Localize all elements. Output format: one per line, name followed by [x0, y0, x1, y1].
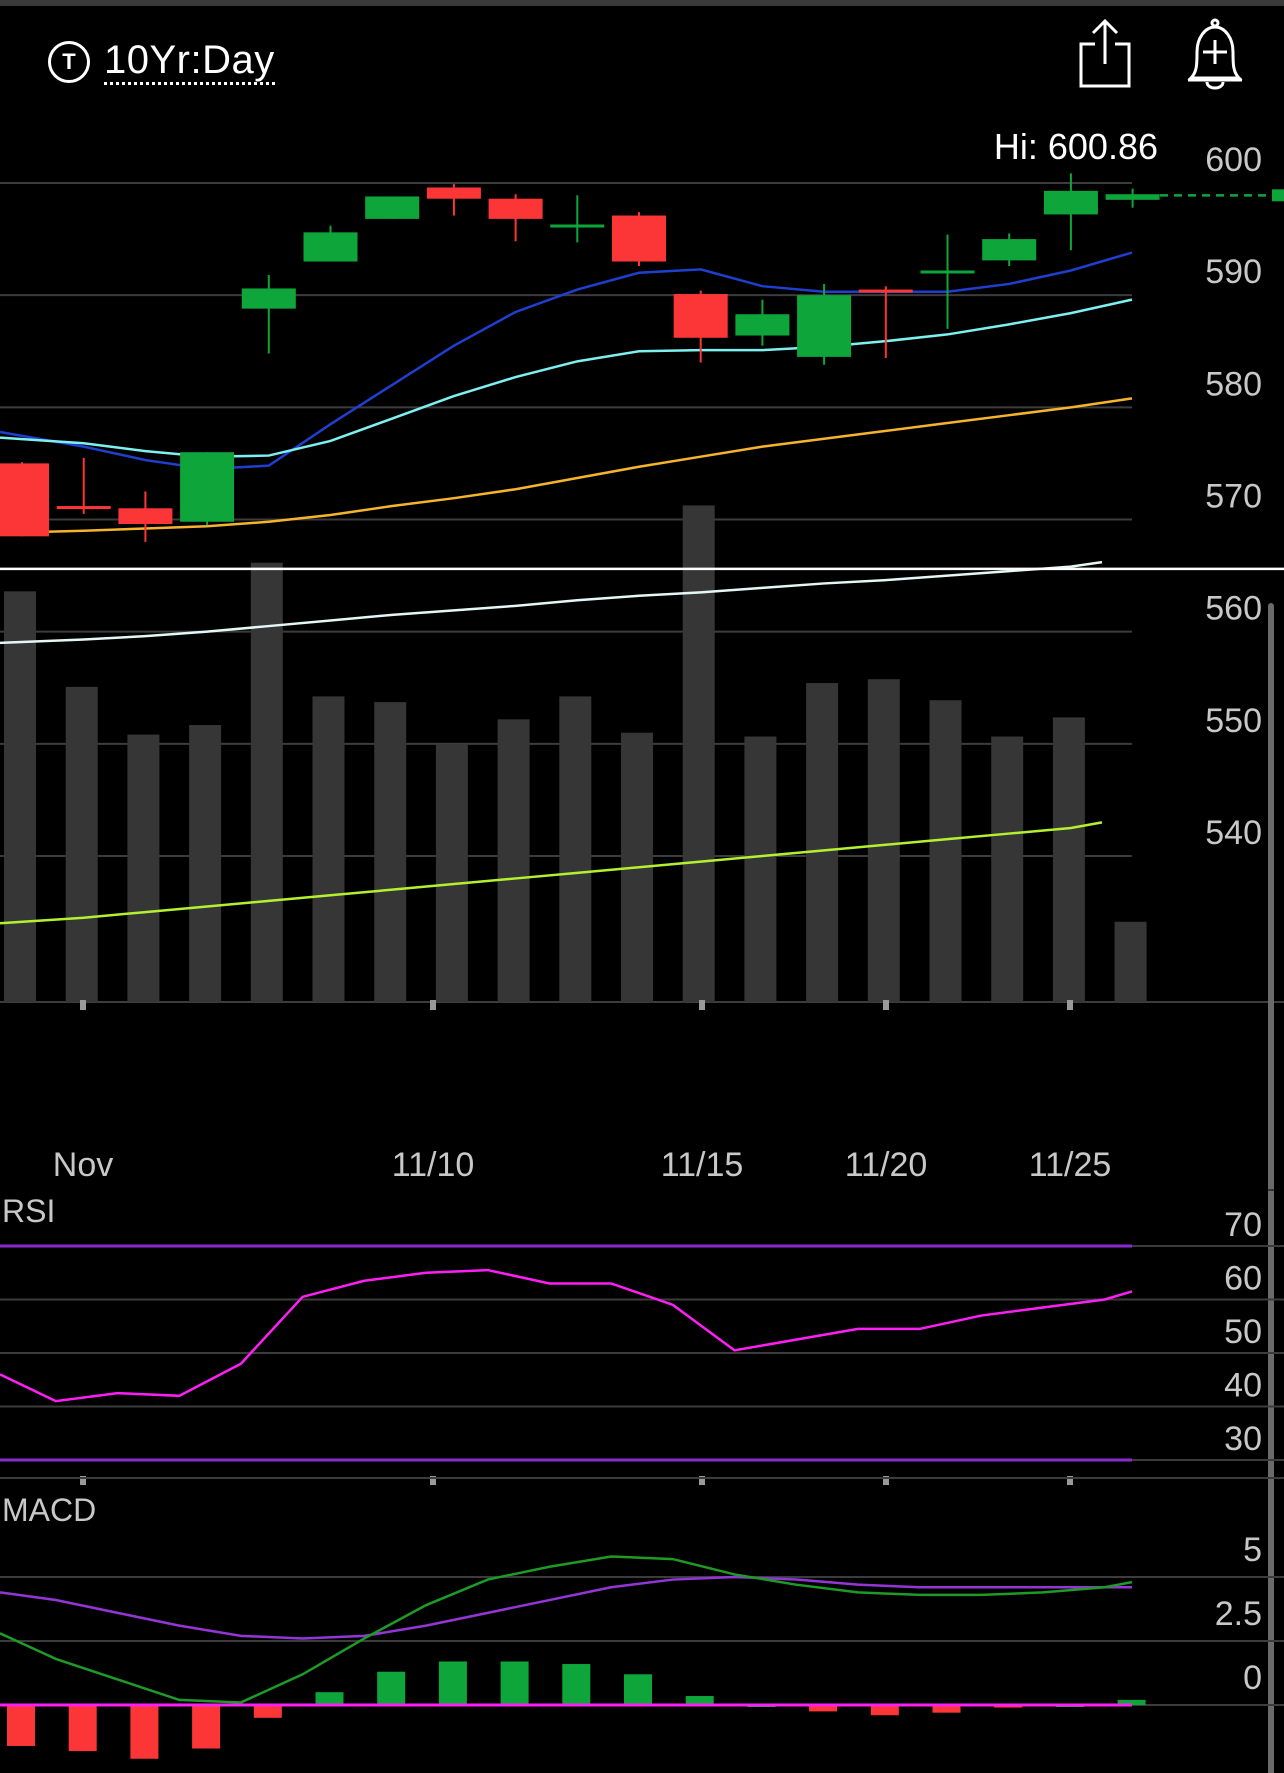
rsi-tick-label: 30: [1224, 1420, 1262, 1458]
rsi-line: [0, 1268, 1133, 1403]
moving-average-line: [0, 251, 1133, 471]
macd-histogram-bar: [562, 1664, 591, 1705]
volume-bar: [65, 686, 98, 1002]
volume-bar: [744, 736, 777, 1002]
candle-body: [426, 187, 481, 199]
macd-histogram-bar: [7, 1705, 35, 1746]
candle-body: [550, 224, 605, 228]
volume-bar: [250, 562, 283, 1002]
price-tick-label: 580: [1205, 365, 1262, 403]
price-tick-label: 590: [1205, 253, 1262, 291]
volume-bar: [374, 702, 407, 1002]
candle-body: [735, 314, 790, 336]
x-axis-label: 11/25: [1029, 1146, 1112, 1184]
candle-body: [797, 295, 852, 357]
macd-tick-label: 5: [1243, 1531, 1262, 1569]
candle-body: [858, 289, 913, 293]
price-tick-label: 540: [1205, 814, 1262, 852]
macd-histogram-bar: [377, 1671, 406, 1705]
macd-histogram-bar: [130, 1705, 159, 1759]
volume-bar: [559, 696, 592, 1002]
rsi-tick-label: 60: [1224, 1260, 1262, 1298]
candle-body: [241, 288, 296, 309]
price-tick-label: 560: [1205, 590, 1262, 628]
macd-histogram-bar: [68, 1705, 97, 1752]
volume-bar: [682, 505, 715, 1002]
x-axis-label: 11/15: [661, 1146, 744, 1184]
candle-body: [982, 239, 1037, 261]
macd-title: MACD: [2, 1492, 96, 1528]
candle-body: [180, 452, 235, 522]
volume-bar: [1052, 717, 1085, 1002]
volume-bar: [127, 734, 160, 1002]
macd-histogram-bar: [500, 1661, 529, 1705]
macd-tick-label: 0: [1243, 1659, 1262, 1697]
volume-bar: [929, 700, 962, 1002]
candle-body: [673, 294, 728, 338]
candle-body: [303, 232, 358, 262]
volume-bar: [867, 679, 900, 1002]
macd-histogram-bar: [192, 1705, 221, 1749]
volume-bar: [435, 744, 468, 1002]
price-tick-label: 570: [1205, 478, 1262, 516]
volume-bar: [991, 736, 1024, 1002]
rsi-tick-label: 50: [1224, 1313, 1262, 1351]
rsi-tick-label: 40: [1224, 1367, 1262, 1405]
rsi-title: RSI: [2, 1193, 55, 1229]
rsi-tick-label: 70: [1224, 1206, 1262, 1244]
moving-average-line: [0, 298, 1133, 458]
candle-body: [118, 508, 173, 524]
macd-signal-line: [0, 1575, 1132, 1640]
chart-canvas[interactable]: 600590580570560550540Hi: 600.86Nov 11/10 1…: [0, 0, 1284, 1773]
macd-histogram-bar: [624, 1674, 652, 1705]
candle-body: [365, 196, 420, 219]
macd-histogram-bar: [438, 1661, 467, 1705]
volume-bar: [806, 683, 839, 1002]
macd-histogram-bar: [253, 1705, 282, 1718]
candle-body: [1105, 194, 1160, 200]
volume-bar: [189, 725, 222, 1002]
macd-tick-label: 2.5: [1215, 1595, 1262, 1633]
volume-bar: [312, 696, 345, 1002]
x-axis-label: 11/10: [392, 1146, 475, 1184]
x-axis-label: Nov: [53, 1146, 113, 1184]
x-axis-label: 11/20: [845, 1146, 928, 1184]
candle-body: [488, 198, 543, 219]
macd-histogram-bar: [315, 1692, 344, 1705]
last-price-marker: [1272, 189, 1284, 202]
candle-body: [920, 270, 975, 274]
price-tick-label: 600: [1205, 141, 1262, 179]
macd-histogram-bar: [870, 1705, 899, 1716]
price-tick-label: 550: [1205, 702, 1262, 740]
volume-bar: [4, 591, 36, 1002]
volume-bar: [497, 719, 530, 1002]
candle-body: [612, 215, 666, 262]
candle-body: [1043, 190, 1098, 215]
candle-body: [0, 463, 49, 537]
volume-bar: [1114, 921, 1147, 1002]
high-price-label: Hi: 600.86: [994, 126, 1158, 167]
candle-body: [56, 506, 111, 510]
